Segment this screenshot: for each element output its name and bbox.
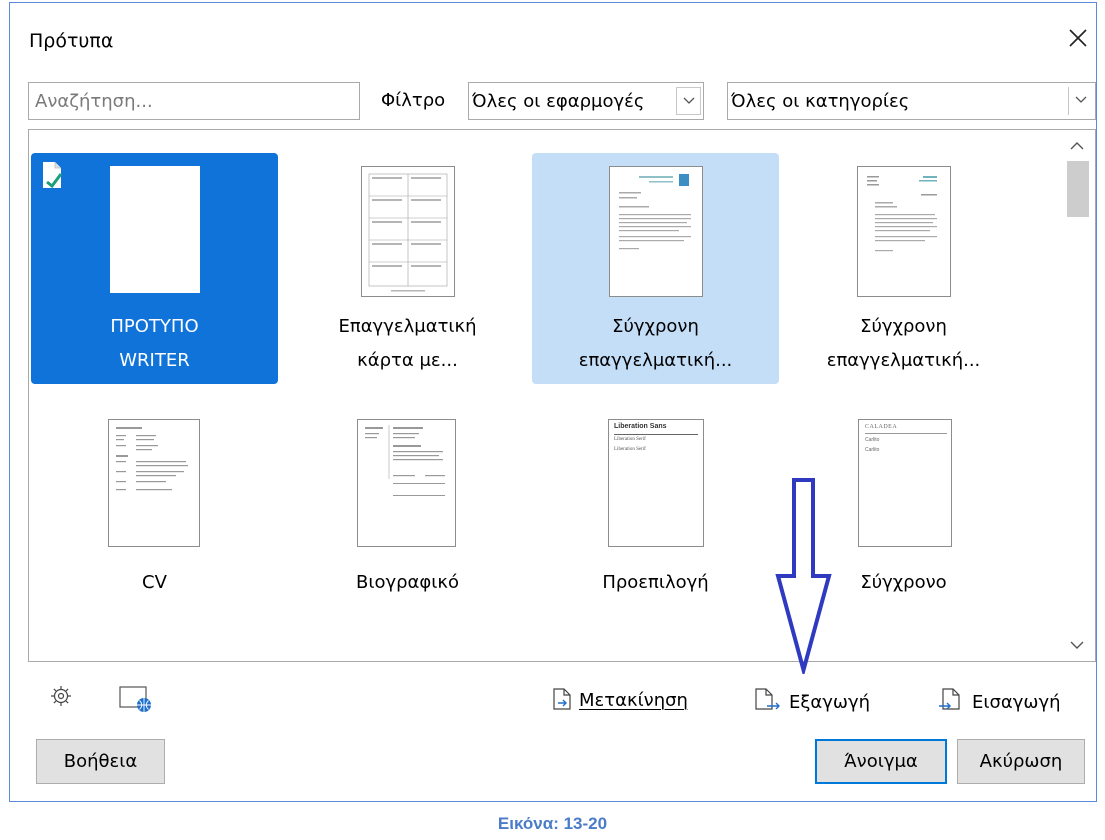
categories-select[interactable]: Όλες οι κατηγορίες [727, 82, 1096, 120]
move-label: Μετακίνηση [579, 690, 688, 711]
help-button[interactable]: Βοήθεια [36, 739, 165, 784]
chevron-down-icon [683, 97, 695, 104]
cancel-button-label: Ακύρωση [979, 751, 1063, 772]
arrow-down-annotation [775, 478, 832, 674]
template-name: Βιογραφικό [356, 572, 459, 593]
template-thumbnail [609, 166, 703, 297]
template-thumbnail: CALADEA Carlito Carlito [858, 419, 952, 547]
import-label: Εισαγωγή [972, 692, 1061, 713]
open-button[interactable]: Άνοιγμα [815, 739, 947, 784]
applications-select[interactable]: Όλες οι εφαρμογές [468, 82, 704, 120]
template-view[interactable]: ΠΡΟΤΥΠΟ WRITER Επαγγελματική κάρτα με...… [28, 129, 1096, 662]
move-button[interactable]: Μετακίνηση [553, 688, 688, 711]
categories-dropdown-button[interactable] [1068, 87, 1093, 115]
template-name: επαγγελματική... [826, 350, 981, 371]
filter-label: Φίλτρο [381, 90, 446, 111]
template-tile[interactable]: Σύγχρονη επαγγελματική... [532, 153, 779, 384]
chevron-down-icon[interactable] [1070, 641, 1084, 650]
scrollbar-thumb[interactable] [1067, 161, 1089, 217]
template-thumbnail [361, 166, 455, 297]
template-tile[interactable]: Σύγχρονη επαγγελματική... [780, 153, 1027, 384]
thumbnail-font-title: Liberation Sans [614, 423, 667, 430]
close-icon[interactable] [1066, 26, 1090, 50]
template-thumbnail [110, 166, 200, 293]
thumbnail-font-sub: Liberation Serif [614, 447, 646, 452]
thumbnail-rule [614, 434, 698, 435]
settings-icon[interactable] [49, 684, 73, 708]
search-field[interactable] [28, 82, 360, 120]
import-icon [939, 688, 960, 710]
thumbnail-font-title: CALADEA [865, 424, 898, 430]
export-label: Εξαγωγή [789, 692, 871, 713]
help-button-label: Βοήθεια [63, 751, 138, 772]
template-tile[interactable]: CV [31, 406, 278, 637]
template-thumbnail: Liberation Sans Liberation Serif Liberat… [608, 419, 704, 547]
thumbnail-font-sub: Carlito [865, 447, 880, 453]
template-name: Σύγχρονη [860, 316, 947, 337]
vertical-scrollbar[interactable] [1062, 131, 1094, 660]
online-templates-icon[interactable] [117, 684, 153, 712]
export-button[interactable]: Εξαγωγή [755, 688, 870, 713]
template-thumbnail [857, 166, 951, 297]
check-icon [43, 162, 63, 189]
cancel-button[interactable]: Ακύρωση [957, 739, 1085, 784]
template-name: Επαγγελματική [338, 316, 477, 337]
template-name: ΠΡΟΤΥΠΟ [110, 316, 199, 337]
figure-caption: Εικόνα: 13-20 [497, 814, 608, 833]
template-tile[interactable]: Liberation Sans Liberation Serif Liberat… [532, 406, 779, 637]
move-icon [553, 688, 571, 710]
template-thumbnail [108, 419, 200, 547]
template-thumbnail [357, 419, 456, 547]
open-button-label: Άνοιγμα [844, 751, 918, 772]
template-name: WRITER [119, 350, 190, 371]
export-icon [755, 688, 780, 710]
template-tile[interactable]: Βιογραφικό [284, 406, 531, 637]
dialog-title: Πρότυπα [29, 30, 114, 52]
thumbnail-font-sub: Liberation Serif [614, 437, 646, 442]
thumbnail-rule [865, 433, 947, 434]
template-name: Προεπιλογή [602, 572, 709, 593]
template-tile[interactable]: ΠΡΟΤΥΠΟ WRITER [31, 153, 278, 384]
search-input[interactable] [29, 83, 359, 119]
import-button[interactable]: Εισαγωγή [938, 688, 1061, 713]
template-name: CV [142, 572, 167, 593]
template-name: Σύγχρονη [612, 316, 699, 337]
applications-dropdown-button[interactable] [676, 87, 701, 115]
chevron-down-icon [1075, 96, 1087, 103]
template-name: επαγγελματική... [578, 350, 733, 371]
categories-select-value: Όλες οι κατηγορίες [731, 91, 910, 112]
thumbnail-font-sub: Carlito [865, 437, 880, 443]
applications-select-value: Όλες οι εφαρμογές [472, 91, 645, 112]
template-name: κάρτα με... [357, 350, 458, 371]
template-tile[interactable]: Επαγγελματική κάρτα με... [284, 153, 531, 384]
chevron-up-icon[interactable] [1070, 141, 1084, 150]
